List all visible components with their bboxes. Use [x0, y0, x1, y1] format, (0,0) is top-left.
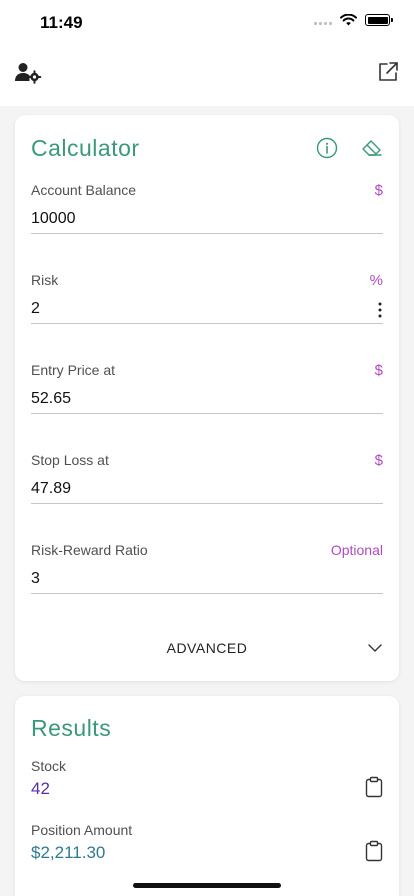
top-bar — [0, 46, 414, 106]
risk-field: Risk % — [31, 272, 383, 342]
risk-options-button[interactable] — [377, 302, 383, 318]
stop-loss-input[interactable] — [31, 474, 383, 504]
battery-icon — [365, 14, 393, 26]
risk-unit: % — [369, 272, 383, 289]
position-amount-result: Position Amount $2,211.30 — [31, 822, 383, 872]
user-settings-icon — [15, 63, 42, 84]
risk-reward-label: Risk-Reward Ratio — [31, 542, 148, 558]
stock-label: Stock — [31, 758, 67, 774]
copy-stock-button[interactable] — [365, 776, 383, 798]
stop-loss-label: Stop Loss at — [31, 452, 109, 468]
risk-label: Risk — [31, 272, 59, 288]
wifi-icon — [340, 14, 357, 26]
account-balance-field: Account Balance $ — [31, 182, 383, 252]
info-button[interactable] — [316, 137, 338, 159]
copy-position-amount-button[interactable] — [365, 840, 383, 862]
account-balance-unit: $ — [374, 182, 383, 199]
info-icon — [316, 137, 338, 159]
advanced-toggle[interactable]: ADVANCED — [31, 630, 383, 666]
risk-reward-optional-label: Optional — [330, 542, 383, 558]
risk-reward-input[interactable] — [31, 564, 383, 594]
stock-value: 42 — [31, 779, 50, 798]
position-amount-value: $2,211.30 — [31, 843, 106, 862]
cellular-signal-icon — [314, 15, 332, 25]
position-amount-label: Position Amount — [31, 822, 133, 838]
share-button[interactable] — [376, 60, 400, 84]
share-icon — [379, 62, 398, 81]
advanced-label: ADVANCED — [166, 640, 248, 656]
calculator-card: Calculator Account Balance $ Risk % — [15, 115, 399, 681]
eraser-icon — [362, 140, 382, 156]
results-title: Results — [31, 715, 112, 741]
risk-reward-field: Risk-Reward Ratio Optional — [31, 542, 383, 612]
calculator-title: Calculator — [31, 135, 140, 161]
stock-result: Stock 42 — [31, 758, 383, 808]
entry-price-field: Entry Price at $ — [31, 362, 383, 432]
chevron-down-icon — [368, 644, 382, 652]
account-balance-input[interactable] — [31, 204, 383, 234]
risk-input[interactable] — [31, 294, 383, 324]
entry-price-input[interactable] — [31, 384, 383, 414]
clear-button[interactable] — [360, 137, 382, 159]
entry-price-unit: $ — [374, 362, 383, 379]
stop-loss-unit: $ — [374, 452, 383, 469]
status-icons — [314, 14, 393, 26]
more-vertical-icon — [378, 302, 382, 318]
status-bar: 11:49 — [0, 0, 414, 46]
user-settings-button[interactable] — [14, 60, 42, 84]
account-balance-label: Account Balance — [31, 182, 137, 198]
results-card: Results Stock 42 Position Amount $2,211.… — [15, 696, 399, 896]
clipboard-icon — [365, 840, 383, 862]
stop-loss-field: Stop Loss at $ — [31, 452, 383, 522]
clipboard-icon — [365, 776, 383, 798]
status-time: 11:49 — [40, 13, 83, 32]
entry-price-label: Entry Price at — [31, 362, 116, 378]
home-indicator[interactable] — [133, 883, 281, 888]
